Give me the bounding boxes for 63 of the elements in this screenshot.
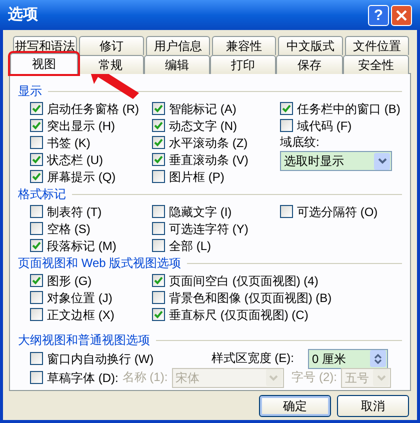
checkbox[interactable]: 书签 (K) <box>30 134 90 151</box>
checkbox[interactable]: 空格 (S) <box>30 220 90 237</box>
checkbox[interactable]: 隐藏文字 (I) <box>152 203 232 220</box>
checkbox[interactable]: 垂直标尺 (仅页面视图) (C) <box>152 306 308 323</box>
checkbox[interactable]: 对象位置 (J) <box>30 289 112 306</box>
checkbox[interactable]: 制表符 (T) <box>30 203 102 220</box>
tab[interactable]: 修订 <box>79 36 144 55</box>
tab[interactable]: 视图 <box>10 53 78 74</box>
checkbox[interactable]: 图片框 (P) <box>152 168 224 185</box>
dialog-button[interactable]: 取消 <box>337 395 409 417</box>
close-button[interactable] <box>391 4 412 26</box>
spinner-arrows-icon <box>374 352 382 364</box>
check-icon <box>32 276 41 285</box>
tab[interactable]: 打印 <box>210 55 276 74</box>
dropdown[interactable]: 选取时显示 <box>280 151 392 171</box>
tab[interactable]: 保存 <box>276 55 343 74</box>
tab[interactable]: 用户信息 <box>146 36 210 55</box>
checkbox[interactable]: 页面间空白 (仅页面视图) (4) <box>152 272 318 289</box>
check-icon <box>282 104 291 113</box>
checkbox[interactable]: 启动任务窗格 (R) <box>30 100 139 117</box>
checkbox[interactable]: 段落标记 (M) <box>30 237 116 254</box>
tab[interactable]: 兼容性 <box>212 36 276 55</box>
checkbox[interactable]: 突出显示 (H) <box>30 117 115 134</box>
tab[interactable]: 中文版式 <box>278 36 343 55</box>
field-label: 字号 (2): <box>292 369 338 386</box>
spinner-field[interactable]: 0 厘米 <box>308 348 388 368</box>
chevron-down-icon <box>376 374 386 380</box>
section-heading: 大纲视图和普通视图选项 <box>18 332 150 349</box>
section-heading: 页面视图和 Web 版式视图选项 <box>18 255 182 272</box>
tab[interactable]: 常规 <box>77 55 144 74</box>
tab[interactable]: 编辑 <box>144 55 210 74</box>
checkbox[interactable]: 任务栏中的窗口 (B) <box>280 100 400 117</box>
checkbox[interactable]: 窗口内自动换行 (W) <box>30 350 154 367</box>
checkbox[interactable]: 草稿字体 (D): <box>30 369 118 386</box>
checkbox[interactable]: 屏幕提示 (Q) <box>30 168 116 185</box>
checkbox[interactable]: 全部 (L) <box>152 237 211 254</box>
check-icon <box>154 310 163 319</box>
checkbox[interactable]: 智能标记 (A) <box>152 100 236 117</box>
tab[interactable]: 文件位置 <box>344 36 409 55</box>
checkbox[interactable]: 正文边框 (X) <box>30 306 114 323</box>
checkbox[interactable]: 垂直滚动条 (V) <box>152 151 248 168</box>
section-heading: 显示 <box>18 83 42 100</box>
field-label: 域底纹: <box>280 134 320 151</box>
field-label: 名称 (1): <box>122 369 168 386</box>
window-title: 选项 <box>8 4 39 25</box>
chevron-down-icon <box>269 374 278 380</box>
checkbox[interactable]: 动态文字 (N) <box>152 117 237 134</box>
tab[interactable]: 安全性 <box>342 55 409 74</box>
section-heading: 格式标记 <box>18 186 66 203</box>
check-icon <box>154 276 163 285</box>
dialog-button[interactable]: 确定 <box>259 395 331 417</box>
check-icon <box>32 241 41 250</box>
chevron-down-icon <box>378 158 386 164</box>
checkbox[interactable]: 水平滚动条 (Z) <box>152 134 248 151</box>
checkbox[interactable]: 状态栏 (U) <box>30 151 103 168</box>
checkbox[interactable]: 背景色和图像 (仅页面视图) (B) <box>152 289 332 306</box>
field-label: 样式区宽度 (E): <box>211 350 294 367</box>
help-button[interactable]: ? <box>368 4 389 26</box>
checkbox[interactable]: 域代码 (F) <box>280 117 352 134</box>
checkbox[interactable]: 图形 (G) <box>30 272 92 289</box>
close-icon <box>396 10 407 20</box>
checkbox[interactable]: 可选连字符 (Y) <box>152 220 248 237</box>
checkbox[interactable]: 可选分隔符 (O) <box>280 203 378 220</box>
